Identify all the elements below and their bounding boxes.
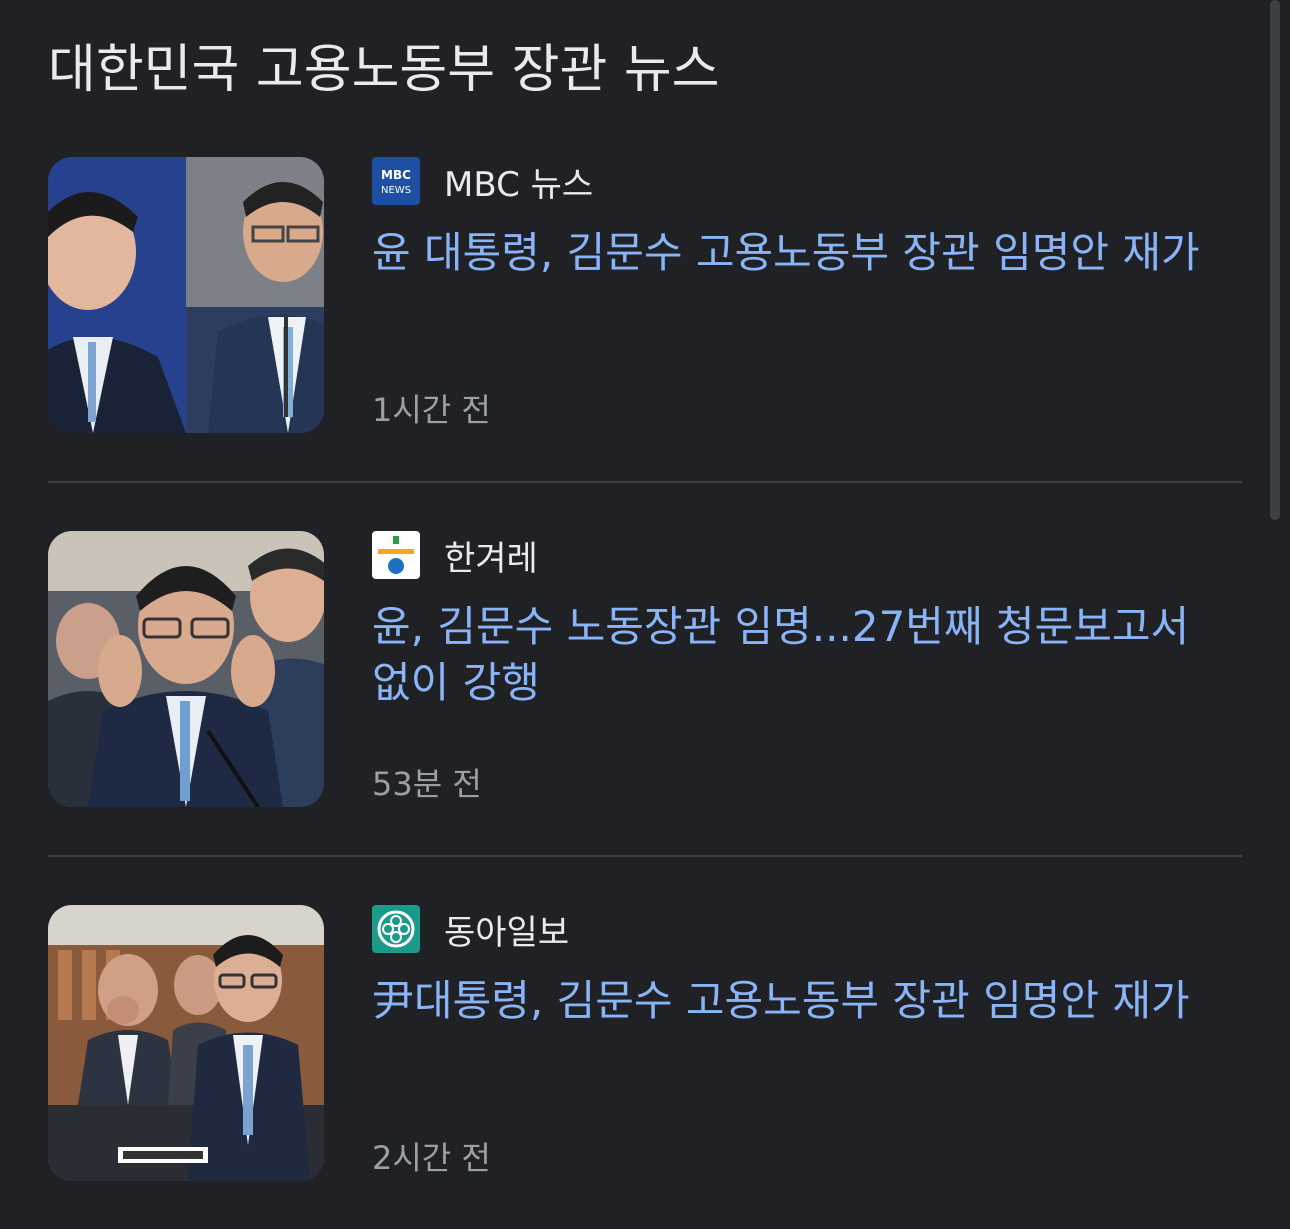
news-thumbnail[interactable] [48, 905, 324, 1181]
news-headline[interactable]: 윤, 김문수 노동장관 임명...27번째 청문보고서 없이 강행 [372, 599, 1242, 711]
page-title: 대한민국 고용노동부 장관 뉴스 [48, 40, 720, 100]
news-source: 동아일보 [372, 905, 569, 953]
news-list: MBC NEWS MBC 뉴스 윤 대통령, 김문수 고용노동부 장관 임명안 … [48, 157, 1242, 1229]
news-timestamp: 2시간 전 [372, 1139, 491, 1177]
news-headline[interactable]: 尹대통령, 김문수 고용노동부 장관 임명안 재가 [372, 973, 1242, 1029]
news-headline[interactable]: 윤 대통령, 김문수 고용노동부 장관 임명안 재가 [372, 225, 1242, 281]
news-item[interactable]: 한겨레 윤, 김문수 노동장관 임명...27번째 청문보고서 없이 강행 53… [48, 531, 1242, 857]
news-timestamp: 53분 전 [372, 765, 482, 803]
source-name: 한겨레 [444, 538, 538, 579]
svg-text:NEWS: NEWS [381, 185, 411, 196]
news-thumbnail[interactable] [48, 157, 324, 433]
news-item[interactable]: 동아일보 尹대통령, 김문수 고용노동부 장관 임명안 재가 2시간 전 [48, 905, 1242, 1229]
source-name: MBC 뉴스 [444, 164, 594, 205]
news-source: MBC NEWS MBC 뉴스 [372, 157, 593, 205]
news-source: 한겨레 [372, 531, 538, 579]
news-timestamp: 1시간 전 [372, 391, 491, 429]
news-item[interactable]: MBC NEWS MBC 뉴스 윤 대통령, 김문수 고용노동부 장관 임명안 … [48, 157, 1242, 483]
mbc-news-logo-icon: MBC NEWS [372, 157, 420, 205]
scrollbar[interactable] [1270, 0, 1280, 520]
hankyoreh-logo-icon [372, 531, 420, 579]
donga-ilbo-logo-icon [372, 905, 420, 953]
news-thumbnail[interactable] [48, 531, 324, 807]
svg-text:MBC: MBC [381, 168, 411, 182]
source-name: 동아일보 [444, 912, 570, 953]
